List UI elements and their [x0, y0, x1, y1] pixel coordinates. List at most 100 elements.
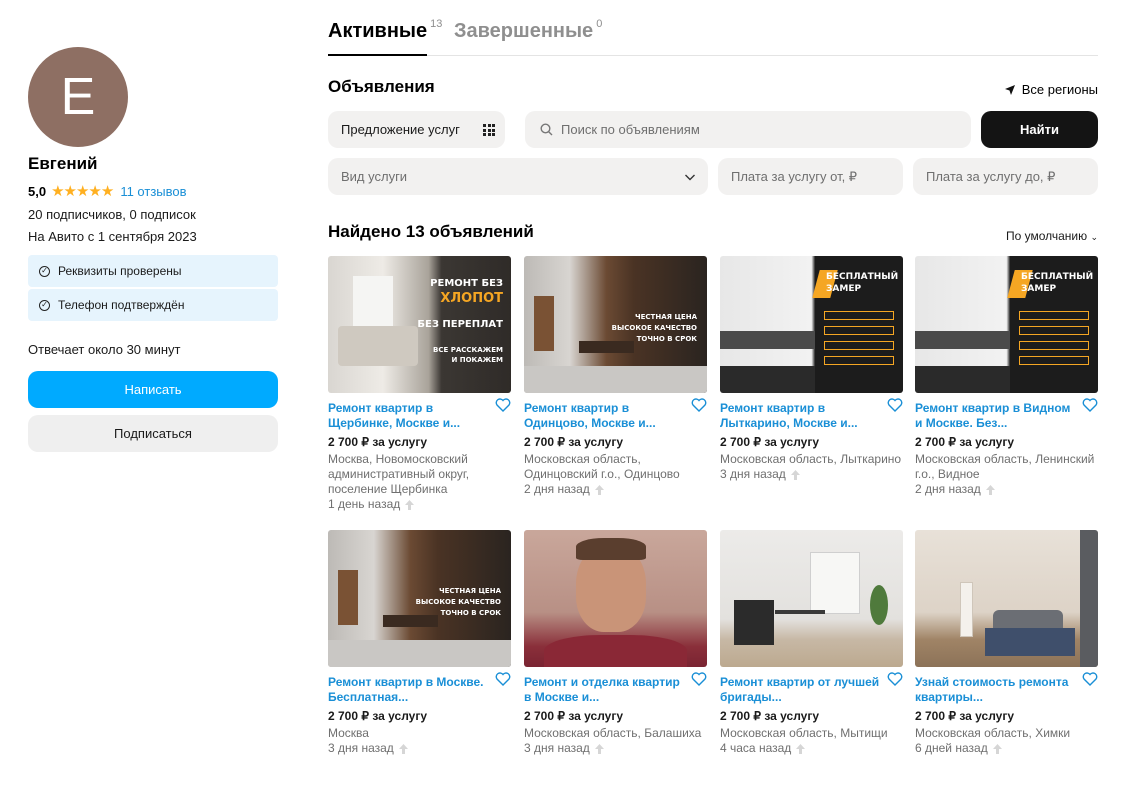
listing-location: Московская область, Ленинский г.о., Видн… [915, 452, 1095, 481]
chevron-down-icon: ⌄ [1090, 232, 1098, 242]
price-from-input[interactable]: Плата за услугу от, ₽ [718, 158, 903, 195]
listing-card[interactable]: БЕСПЛАТНЫЙ ЗАМЕР Ремонт квартир в Видном… [915, 256, 1098, 497]
promo-line: И ПОКАЖЕМ [451, 356, 503, 364]
listing-location: Московская область, Одинцовский г.о., Од… [524, 452, 680, 481]
regions-label: Все регионы [1021, 82, 1098, 97]
regions-selector[interactable]: Все регионы [1004, 82, 1098, 97]
listing-price: 2 700 ₽ за услугу [524, 435, 624, 449]
boost-arrow-icon [790, 469, 800, 480]
heart-icon[interactable] [887, 672, 903, 686]
listing-date: 2 дня назад [915, 482, 1098, 497]
listing-photo[interactable]: ЧЕСТНАЯ ЦЕНА ВЫСОКОЕ КАЧЕСТВО ТОЧНО В СР… [524, 256, 707, 393]
listing-date-text: 3 дня назад [720, 467, 786, 481]
price-to-placeholder: Плата за услугу до, ₽ [926, 168, 1056, 184]
listing-card[interactable]: ЧЕСТНАЯ ЦЕНА ВЫСОКОЕ КАЧЕСТВО ТОЧНО В СР… [328, 530, 511, 756]
listing-location: Москва, Новомосковский административный … [328, 452, 470, 496]
promo-line: БЕСПЛАТНЫЙ [826, 272, 899, 282]
listing-date: 3 дня назад [720, 467, 903, 482]
heart-icon[interactable] [1082, 672, 1098, 686]
tab-active[interactable]: Активные 13 [328, 18, 442, 56]
listing-title[interactable]: Ремонт квартир в Одинцово, Москве и... [524, 401, 684, 431]
listing-date-text: 2 дня назад [524, 482, 590, 496]
listing-price: 2 700 ₽ за услугу [915, 709, 1015, 723]
category-label: Предложение услуг [341, 122, 460, 137]
boost-arrow-icon [594, 484, 604, 495]
listing-date-text: 3 дня назад [328, 741, 394, 755]
avatar[interactable]: Е [28, 47, 128, 147]
listing-photo[interactable] [524, 530, 707, 667]
location-arrow-icon [1004, 84, 1015, 95]
sort-label: По умолчанию [1005, 229, 1088, 243]
service-type-label: Вид услуги [341, 169, 408, 184]
promo-line: ХЛОПОТ [440, 291, 503, 306]
promo-line: ЗАМЕР [1021, 284, 1057, 294]
promo-line: ЧЕСТНАЯ ЦЕНА [438, 587, 501, 595]
reviews-link[interactable]: 11 отзывов [120, 184, 186, 199]
listing-date-text: 4 часа назад [720, 741, 792, 755]
subscribers-count[interactable]: 20 подписчиков, 0 подписок [28, 207, 278, 222]
tab-active-label: Активные [328, 20, 428, 42]
boost-arrow-icon [398, 743, 408, 754]
listing-price: 2 700 ₽ за услугу [720, 435, 820, 449]
listing-date-text: 3 дня назад [524, 741, 590, 755]
heart-icon[interactable] [1082, 398, 1098, 412]
boost-arrow-icon [985, 484, 995, 495]
listing-date-text: 6 дней назад [915, 741, 988, 755]
write-button[interactable]: Написать [28, 371, 278, 408]
user-name: Евгений [28, 154, 98, 173]
rating-row: 5,0 ★★★★★ 11 отзывов [28, 182, 278, 200]
listing-photo[interactable]: ЧЕСТНАЯ ЦЕНА ВЫСОКОЕ КАЧЕСТВО ТОЧНО В СР… [328, 530, 511, 667]
boost-arrow-icon [405, 499, 415, 510]
listing-photo[interactable] [720, 530, 903, 667]
heart-icon[interactable] [495, 398, 511, 412]
listing-card[interactable]: Ремонт и отделка квартир в Москве и... 2… [524, 530, 707, 756]
listing-card[interactable]: Ремонт квартир от лучшей бригады... 2 70… [720, 530, 903, 756]
listing-title[interactable]: Ремонт квартир в Щербинке, Москве и... [328, 401, 488, 431]
rating-value: 5,0 [28, 183, 47, 199]
heart-icon[interactable] [691, 672, 707, 686]
sort-dropdown[interactable]: По умолчанию ⌄ [1006, 229, 1098, 243]
tab-completed[interactable]: Завершенные 0 [454, 18, 602, 43]
search-input[interactable]: Поиск по объявлениям [525, 111, 971, 148]
promo-line: ВЫСОКОЕ КАЧЕСТВО [611, 324, 697, 332]
promo-line: ЗАМЕР [826, 284, 862, 294]
heart-icon[interactable] [691, 398, 707, 412]
listing-date: 4 часа назад [720, 741, 903, 756]
listing-date-text: 1 день назад [328, 497, 401, 511]
listing-title[interactable]: Ремонт квартир в Видном и Москве. Без... [915, 401, 1075, 431]
price-to-input[interactable]: Плата за услугу до, ₽ [913, 158, 1098, 195]
category-select[interactable]: Предложение услуг [328, 111, 505, 148]
listing-photo[interactable]: РЕМОНТ БЕЗ ХЛОПОТ БЕЗ ПЕРЕПЛАТ ВСЕ РАССК… [328, 256, 511, 393]
promo-line: БЕЗ ПЕРЕПЛАТ [417, 319, 503, 330]
subscribe-button[interactable]: Подписаться [28, 415, 278, 452]
heart-icon[interactable] [495, 672, 511, 686]
listing-card[interactable]: ЧЕСТНАЯ ЦЕНА ВЫСОКОЕ КАЧЕСТВО ТОЧНО В СР… [524, 256, 707, 497]
listing-title[interactable]: Ремонт квартир в Москве. Бесплатная... [328, 675, 488, 705]
listing-date: 6 дней назад [915, 741, 1098, 756]
listing-title[interactable]: Узнай стоимость ремонта квартиры... [915, 675, 1075, 705]
verification-label: Реквизиты проверены [58, 264, 182, 278]
listing-card[interactable]: РЕМОНТ БЕЗ ХЛОПОТ БЕЗ ПЕРЕПЛАТ ВСЕ РАССК… [328, 256, 511, 512]
listing-photo[interactable]: БЕСПЛАТНЫЙ ЗАМЕР [915, 256, 1098, 393]
listing-title[interactable]: Ремонт квартир от лучшей бригады... [720, 675, 880, 705]
member-since: На Авито с 1 сентября 2023 [28, 229, 197, 244]
listing-date-text: 2 дня назад [915, 482, 981, 496]
listing-price: 2 700 ₽ за услугу [720, 709, 820, 723]
promo-line: ТОЧНО В СРОК [440, 609, 501, 617]
listing-card[interactable]: БЕСПЛАТНЫЙ ЗАМЕР Ремонт квартир в Лыткар… [720, 256, 903, 482]
chevron-down-icon [685, 174, 695, 181]
listing-photo[interactable] [915, 530, 1098, 667]
verification-item: ✓ Реквизиты проверены [28, 255, 278, 287]
listing-title[interactable]: Ремонт квартир в Лыткарино, Москве и... [720, 401, 880, 431]
find-button[interactable]: Найти [981, 111, 1098, 148]
heart-icon[interactable] [887, 398, 903, 412]
service-type-select[interactable]: Вид услуги [328, 158, 708, 195]
results-count: Найдено 13 объявлений [328, 222, 534, 241]
status-tabs: Активные 13 Завершенные 0 [328, 18, 1098, 56]
listing-title[interactable]: Ремонт и отделка квартир в Москве и... [524, 675, 684, 705]
listing-location: Московская область, Лыткарино [720, 452, 902, 466]
listing-card[interactable]: Узнай стоимость ремонта квартиры... 2 70… [915, 530, 1098, 756]
check-circle-icon: ✓ [39, 299, 50, 311]
listing-price: 2 700 ₽ за услугу [524, 709, 624, 723]
listing-photo[interactable]: БЕСПЛАТНЫЙ ЗАМЕР [720, 256, 903, 393]
